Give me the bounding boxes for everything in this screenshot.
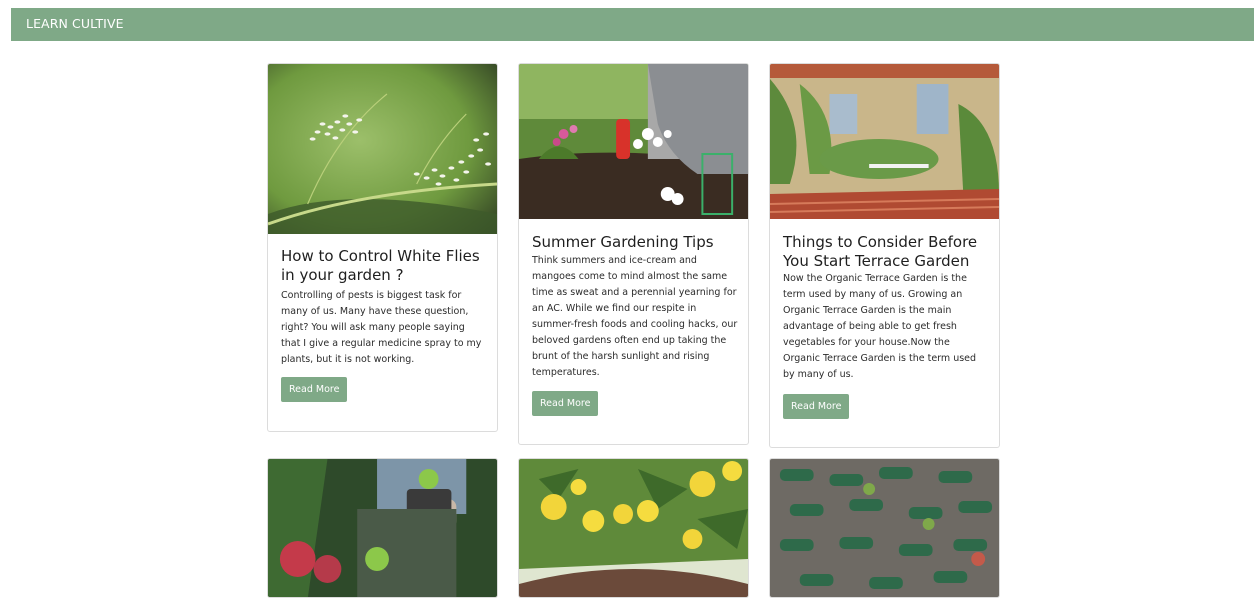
- read-more-button[interactable]: Read More: [532, 391, 599, 416]
- card-text: Think summers and ice-cream and mangoes …: [532, 255, 738, 378]
- summer-gardening-image: [519, 64, 748, 219]
- navbar: LEARN CULTIVE: [11, 8, 1254, 41]
- read-more-button[interactable]: Read More: [281, 377, 348, 402]
- card-summer-gardening: Summer Gardening Tips Think summers and …: [518, 63, 749, 445]
- card-bottle-garden: [769, 458, 1000, 598]
- bottle-garden-image: [770, 459, 999, 597]
- card-text: Now the Organic Terrace Garden is the te…: [783, 273, 977, 380]
- read-more-button[interactable]: Read More: [783, 394, 850, 419]
- card-title: Things to Consider Before You Start Terr…: [783, 233, 978, 270]
- card-white-flies: How to Control White Flies in your garde…: [267, 63, 498, 432]
- potted-plant-image: [268, 459, 497, 597]
- card-lemon-tree: [518, 458, 749, 598]
- terrace-garden-image: [770, 64, 999, 219]
- card-terrace-garden: Things to Consider Before You Start Terr…: [769, 63, 1000, 448]
- white-flies-leaf-image: [268, 64, 497, 234]
- card-title: Summer Gardening Tips: [532, 233, 714, 251]
- card-title: How to Control White Flies in your garde…: [281, 247, 480, 284]
- card-potted-plant: [267, 458, 498, 598]
- lemon-tree-image: [519, 459, 748, 597]
- brand-link[interactable]: LEARN CULTIVE: [26, 16, 124, 31]
- card-text: Controlling of pests is biggest task for…: [281, 290, 482, 365]
